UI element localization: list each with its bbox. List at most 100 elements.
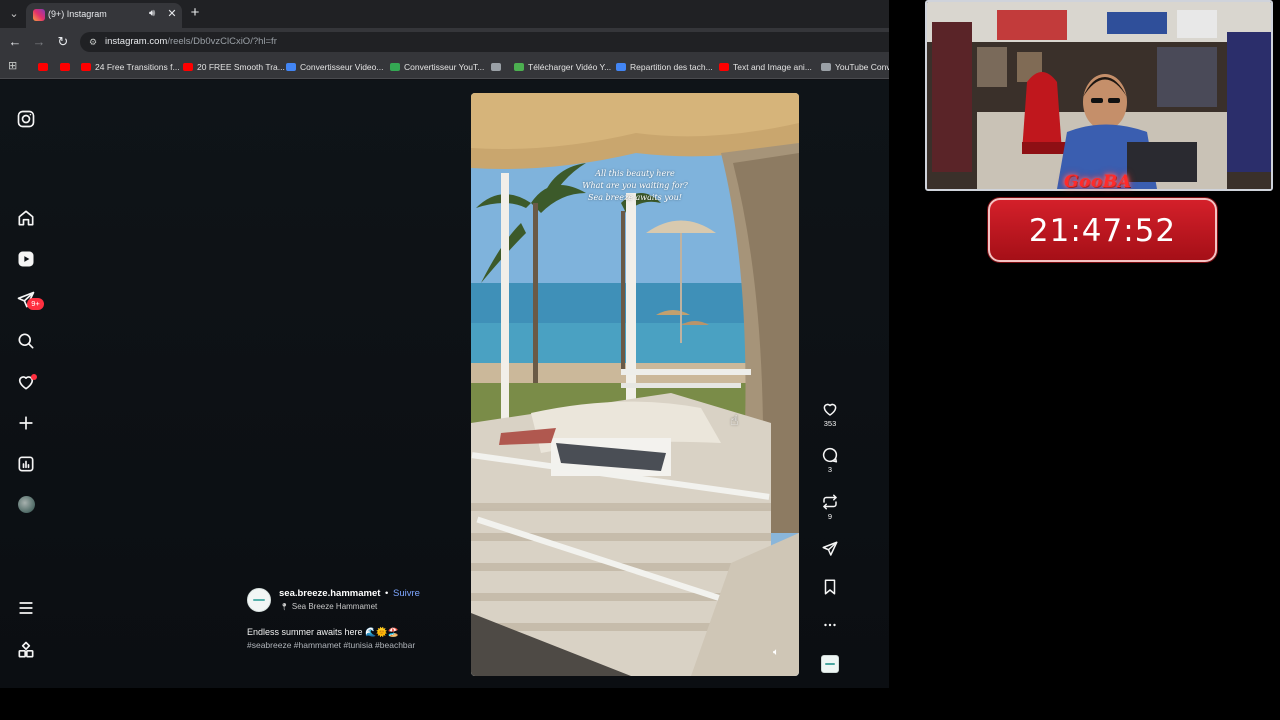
bookmark-item[interactable]: 24 Free Transitions f... [81,60,180,74]
instagram-favicon-icon [33,9,45,21]
bookmark-label: YouTube Conve [835,62,889,72]
bookmark-icon[interactable] [821,578,839,596]
mouse-pointer-icon: ☝ [730,412,739,428]
webcam-feed-image [927,2,1271,189]
tab-title: (9+) Instagram [48,9,107,19]
site-info-icon[interactable]: ⚙ [87,36,99,48]
timer-panel: 21:47:52 [988,198,1217,262]
bookmark-favicon-icon [183,63,193,71]
comment-count: 3 [827,465,833,474]
location-text: Sea Breeze Hammamet [291,602,378,611]
more-action[interactable] [818,616,842,634]
bookmark-favicon-icon [514,63,524,71]
webcam-overlay [925,0,1273,191]
tab-bar: ⌄ (9+) Instagram 🔊︎ ✕ + [0,0,889,28]
post-hashtags[interactable]: #seabreeze #hammamet #tunisia #beachbar [247,639,437,652]
navigation-bar: ← → ↻ ⚙ instagram.com/reels/Db0vzClCxiO/… [0,28,889,55]
tab-close-icon[interactable]: ✕ [166,7,178,21]
follow-button[interactable]: Suivre [393,588,420,599]
comment-action[interactable]: 3 [818,446,842,475]
reel-overlay-line-3: Sea breeze awaits you! [588,193,682,202]
bookmark-favicon-icon [81,63,91,71]
bookmark-item[interactable]: Repartition des tach... [616,60,713,74]
bookmark-item[interactable]: Convertisseur Video... [286,60,383,74]
bookmark-item[interactable] [60,60,70,74]
search-icon[interactable] [16,331,36,351]
bookmark-label: 20 FREE Smooth Tra... [197,62,285,72]
forward-arrow-icon[interactable]: → [31,34,47,50]
notification-dot [31,374,37,380]
bookmark-favicon-icon [286,63,296,71]
reel-overlay-line-1: All this beauty here [595,169,675,178]
also-from-meta-icon[interactable] [16,640,36,660]
bookmark-label: Télécharger Vidéo Y... [528,62,612,72]
address-bar[interactable]: ⚙ instagram.com/reels/Db0vzClCxiO/?hl=fr [80,32,889,52]
home-icon[interactable] [16,208,36,228]
tab-audio-icon[interactable]: 🔊︎ [149,8,161,20]
instagram-page: 9+ All this beauty here What are you wai… [0,80,889,688]
like-action[interactable]: 353 [818,400,842,429]
bookmark-label: Convertisseur Video... [300,62,384,72]
post-location[interactable]: 📍︎ Sea Breeze Hammamet [280,602,377,611]
timer-value: 21:47:52 [1028,213,1177,249]
bookmark-label: Repartition des tach... [630,62,713,72]
bookmark-favicon-icon [821,63,831,71]
bookmark-label: Text and Image ani... [733,62,812,72]
url-host: instagram.com [105,36,168,47]
bookmarks-bar: ⊞ 24 Free Transitions f... 20 FREE Smooth… [0,55,889,79]
bookmark-item[interactable] [491,60,501,74]
bookmark-item[interactable]: 20 FREE Smooth Tra... [183,60,285,74]
reload-icon[interactable]: ↻ [55,34,71,50]
reels-icon[interactable] [16,249,36,269]
profile-avatar[interactable] [18,496,35,513]
create-icon[interactable] [16,413,36,433]
instagram-logo-icon[interactable] [16,109,36,129]
like-count: 353 [823,419,837,428]
post-caption: Endless summer awaits here 🌊🌞🏖️ [247,627,399,637]
tab-search-chevron-icon[interactable]: ⌄ [6,6,22,22]
browser-tab[interactable]: (9+) Instagram 🔊︎ ✕ [26,3,182,28]
repost-action[interactable]: 9 [818,493,842,522]
url-text: instagram.com/reels/Db0vzClCxiO/?hl=fr [105,36,277,47]
repost-count: 9 [827,512,833,521]
bookmark-item[interactable]: Text and Image ani... [719,60,812,74]
repost-icon[interactable] [821,493,839,511]
author-separator: • [385,588,389,599]
author-username[interactable]: sea.breeze.hammamet [279,588,380,599]
location-pin-icon: 📍︎ [280,604,289,611]
bookmark-favicon-icon [390,63,400,71]
bookmark-item[interactable] [38,60,48,74]
share-action[interactable] [818,540,842,558]
bookmark-item[interactable]: Télécharger Vidéo Y... [514,60,611,74]
bookmark-item[interactable]: YouTube Conve [821,60,889,74]
more-options-icon[interactable] [821,616,839,634]
bookmark-label: 24 Free Transitions f... [95,62,180,72]
bookmark-label: Convertisseur YouT... [404,62,485,72]
bookmark-favicon-icon [719,63,729,71]
author-avatar[interactable] [247,588,271,612]
screen: ⌄ (9+) Instagram 🔊︎ ✕ + ← → ↻ ⚙ instagra… [0,0,1280,720]
bookmark-favicon-icon [60,63,70,71]
apps-grid-icon[interactable]: ⊞ [8,60,20,72]
author-line: sea.breeze.hammamet • Suivre [279,588,420,599]
reel-video[interactable]: All this beauty here What are you waitin… [471,93,799,676]
messages-badge: 9+ [27,298,44,310]
bookmark-favicon-icon [491,63,501,71]
bookmark-favicon-icon [38,63,48,71]
heart-icon[interactable] [821,400,839,418]
save-action[interactable] [818,578,842,596]
streamer-brand-text: GooBA [1064,172,1132,192]
reel-overlay-line-2: What are you waiting for? [582,181,688,190]
volume-icon[interactable]: 🔈︎ [769,646,783,660]
dashboard-icon[interactable] [16,454,36,474]
original-audio-thumbnail[interactable] [821,655,839,673]
url-path: /reels/Db0vzClCxiO/?hl=fr [167,36,277,47]
sidebar: 9+ [0,80,52,688]
comment-icon[interactable] [821,446,839,464]
bookmark-favicon-icon [616,63,626,71]
share-icon[interactable] [821,540,839,558]
bookmark-item[interactable]: Convertisseur YouT... [390,60,484,74]
new-tab-button[interactable]: + [188,5,202,21]
menu-icon[interactable] [16,598,36,618]
back-arrow-icon[interactable]: ← [7,34,23,50]
